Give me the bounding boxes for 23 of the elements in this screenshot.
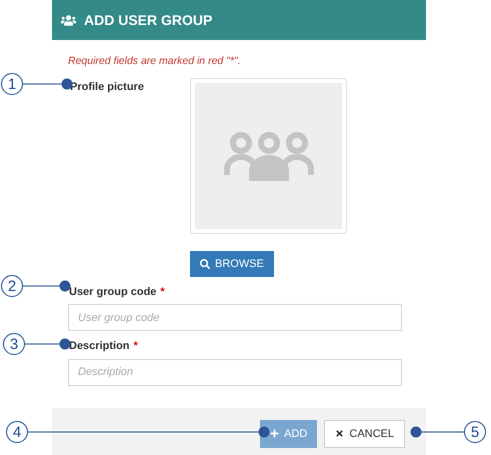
required-mark: * — [160, 284, 165, 300]
search-icon — [200, 258, 210, 269]
group-icon — [222, 130, 314, 181]
field-label: Description — [68, 339, 130, 354]
input-field[interactable]: Description — [68, 358, 402, 386]
required-note: Required fields are marked in red "*". — [68, 54, 242, 69]
callout-number: 4 — [6, 421, 28, 443]
callout-number: 2 — [1, 275, 23, 297]
leader-line — [23, 280, 71, 292]
input-field[interactable]: User group code — [68, 304, 402, 332]
browse-button[interactable]: BROWSE — [190, 250, 274, 277]
leader-line — [410, 426, 464, 438]
close-icon — [335, 429, 344, 438]
leader-line — [25, 338, 71, 350]
callout-number: 1 — [1, 73, 23, 95]
dialog-title: ADD USER GROUP — [84, 10, 212, 30]
callout-number: 3 — [3, 333, 25, 355]
callout-number: 5 — [464, 421, 486, 443]
cancel-button[interactable]: CANCEL — [324, 420, 405, 448]
users-icon — [61, 12, 76, 28]
field-label: User group code — [68, 284, 156, 300]
plus-icon — [270, 429, 280, 438]
required-mark: * — [134, 339, 138, 354]
